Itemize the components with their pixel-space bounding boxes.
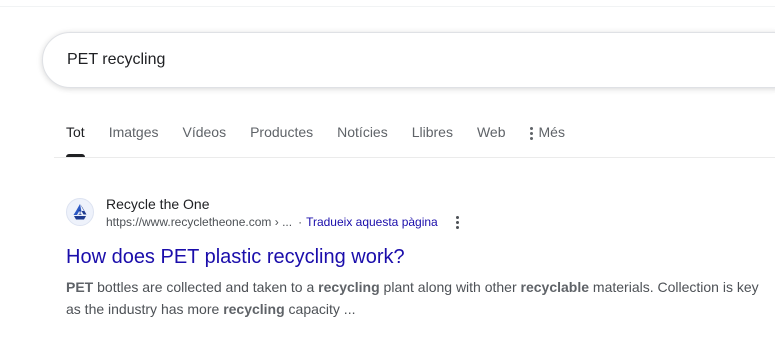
snippet-text: plant along with other — [379, 279, 521, 295]
translate-page-link[interactable]: Tradueix aquesta pàgina — [306, 214, 438, 230]
tab-news[interactable]: Notícies — [337, 121, 388, 157]
snippet-term: recycling — [318, 279, 380, 295]
header-divider — [0, 6, 775, 7]
result-source-text: Recycle the One https://www.recycletheon… — [106, 194, 459, 230]
snippet-text: capacity ... — [284, 301, 356, 317]
svg-text:1: 1 — [78, 209, 82, 217]
tab-products[interactable]: Productes — [250, 121, 313, 157]
tabs-divider — [54, 157, 775, 158]
snippet-term: PET — [66, 279, 94, 295]
more-vert-icon — [529, 127, 533, 140]
search-result: 1 Recycle the One https://www.recyclethe… — [66, 194, 766, 320]
search-results-page: Tot Imatges Vídeos Productes Notícies Ll… — [0, 0, 775, 359]
url-separator: · — [298, 215, 303, 229]
tab-videos[interactable]: Vídeos — [183, 121, 227, 157]
search-tabs: Tot Imatges Vídeos Productes Notícies Ll… — [66, 121, 589, 157]
tab-more-label: Més — [538, 124, 565, 140]
site-name[interactable]: Recycle the One — [106, 194, 459, 214]
tab-images[interactable]: Imatges — [109, 121, 159, 157]
tab-more[interactable]: Més — [529, 121, 565, 157]
result-source: 1 Recycle the One https://www.recyclethe… — [66, 194, 766, 230]
tab-web[interactable]: Web — [477, 121, 506, 157]
tab-books[interactable]: Llibres — [412, 121, 453, 157]
url-row: https://www.recycletheone.com › ... · Tr… — [106, 214, 459, 230]
recycle-icon[interactable]: 1 — [66, 198, 94, 226]
result-options-icon[interactable] — [455, 215, 459, 229]
snippet-term: recyclable — [520, 279, 590, 295]
search-input[interactable] — [67, 47, 667, 73]
tab-all[interactable]: Tot — [66, 121, 85, 157]
result-title-link[interactable]: How does PET plastic recycling work? — [66, 244, 766, 270]
snippet-term: recycling — [223, 301, 285, 317]
snippet-text: bottles are collected and taken to a — [93, 279, 319, 295]
result-snippet: PET bottles are collected and taken to a… — [66, 276, 766, 320]
result-url[interactable]: https://www.recycletheone.com › ... — [106, 214, 292, 230]
search-box[interactable] — [42, 32, 775, 88]
